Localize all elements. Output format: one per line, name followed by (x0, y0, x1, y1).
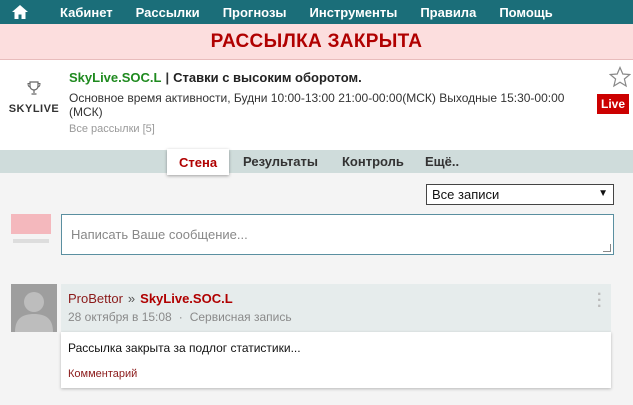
post-author-link[interactable]: ProBettor (68, 291, 123, 306)
filter-selected-value: Все записи (432, 187, 500, 202)
post-channel-link[interactable]: SkyLive.SOC.L (140, 291, 232, 306)
message-input[interactable]: Написать Ваше сообщение... (61, 214, 614, 255)
logo-text: SKYLIVE (8, 103, 60, 115)
nav-item-help[interactable]: Помощь (499, 5, 552, 20)
default-avatar-icon (11, 284, 57, 332)
meta-separator: · (178, 310, 183, 324)
closed-banner: РАССЫЛКА ЗАКРЫТА (0, 24, 633, 60)
channel-description: Ставки с высоким оборотом. (173, 70, 362, 85)
channel-active-time: Основное время активности, Будни 10:00-1… (69, 91, 565, 119)
tab-more[interactable]: Ещё.. (425, 150, 459, 173)
user-avatar (11, 214, 51, 234)
post-meta: 28 октября в 15:08 · Сервисная запись (68, 310, 292, 324)
records-filter-select[interactable]: Все записи ▼ (426, 184, 614, 205)
live-badge: Live (597, 94, 629, 114)
all-mailings-link[interactable]: Все рассылки [5] (69, 123, 155, 135)
top-nav: Кабинет Рассылки Прогнозы Инструменты Пр… (0, 0, 633, 24)
title-separator: | (165, 70, 170, 85)
nav-item-mailings[interactable]: Рассылки (136, 5, 200, 20)
author-avatar[interactable] (11, 284, 57, 332)
nav-item-rules[interactable]: Правила (420, 5, 476, 20)
channel-logo: SKYLIVE (8, 80, 60, 120)
chevron-down-icon: ▼ (598, 188, 608, 199)
tab-control[interactable]: Контроль (342, 150, 404, 173)
closed-banner-text: РАССЫЛКА ЗАКРЫТА (210, 30, 423, 52)
nav-item-cabinet[interactable]: Кабинет (60, 5, 113, 20)
comment-link[interactable]: Комментарий (68, 368, 137, 380)
post-body: Рассылка закрыта за подлог статистики...… (61, 332, 611, 388)
nav-item-tools[interactable]: Инструменты (310, 5, 398, 20)
arrow-separator: » (127, 291, 136, 306)
channel-header: SKYLIVE SkyLive.SOC.L | Ставки с высоким о… (0, 60, 633, 150)
home-icon (12, 5, 28, 19)
post-author-line: ProBettor » SkyLive.SOC.L (68, 291, 233, 306)
tab-results[interactable]: Результаты (243, 150, 318, 173)
tab-bar: Стена Результаты Контроль Ещё.. (0, 149, 633, 175)
message-input-placeholder: Написать Ваше сообщение... (71, 227, 248, 242)
more-options-icon[interactable]: · · · (597, 287, 602, 315)
star-icon[interactable] (609, 66, 631, 88)
user-avatar-caption (13, 239, 49, 243)
post-type: Сервисная запись (189, 310, 292, 324)
channel-name-link[interactable]: SkyLive.SOC.L (69, 70, 161, 85)
resize-handle-icon[interactable] (603, 244, 611, 252)
post-date[interactable]: 28 октября в 15:08 (68, 310, 172, 324)
home-button[interactable] (0, 0, 40, 24)
post-text: Рассылка закрыта за подлог статистики... (68, 341, 301, 355)
trophy-icon (27, 81, 41, 95)
nav-item-forecasts[interactable]: Прогнозы (223, 5, 287, 20)
post-header: ProBettor » SkyLive.SOC.L 28 октября в 15:… (61, 284, 611, 332)
channel-title: SkyLive.SOC.L | Ставки с высоким оборотом. (69, 70, 362, 85)
tab-wall[interactable]: Стена (167, 149, 230, 175)
